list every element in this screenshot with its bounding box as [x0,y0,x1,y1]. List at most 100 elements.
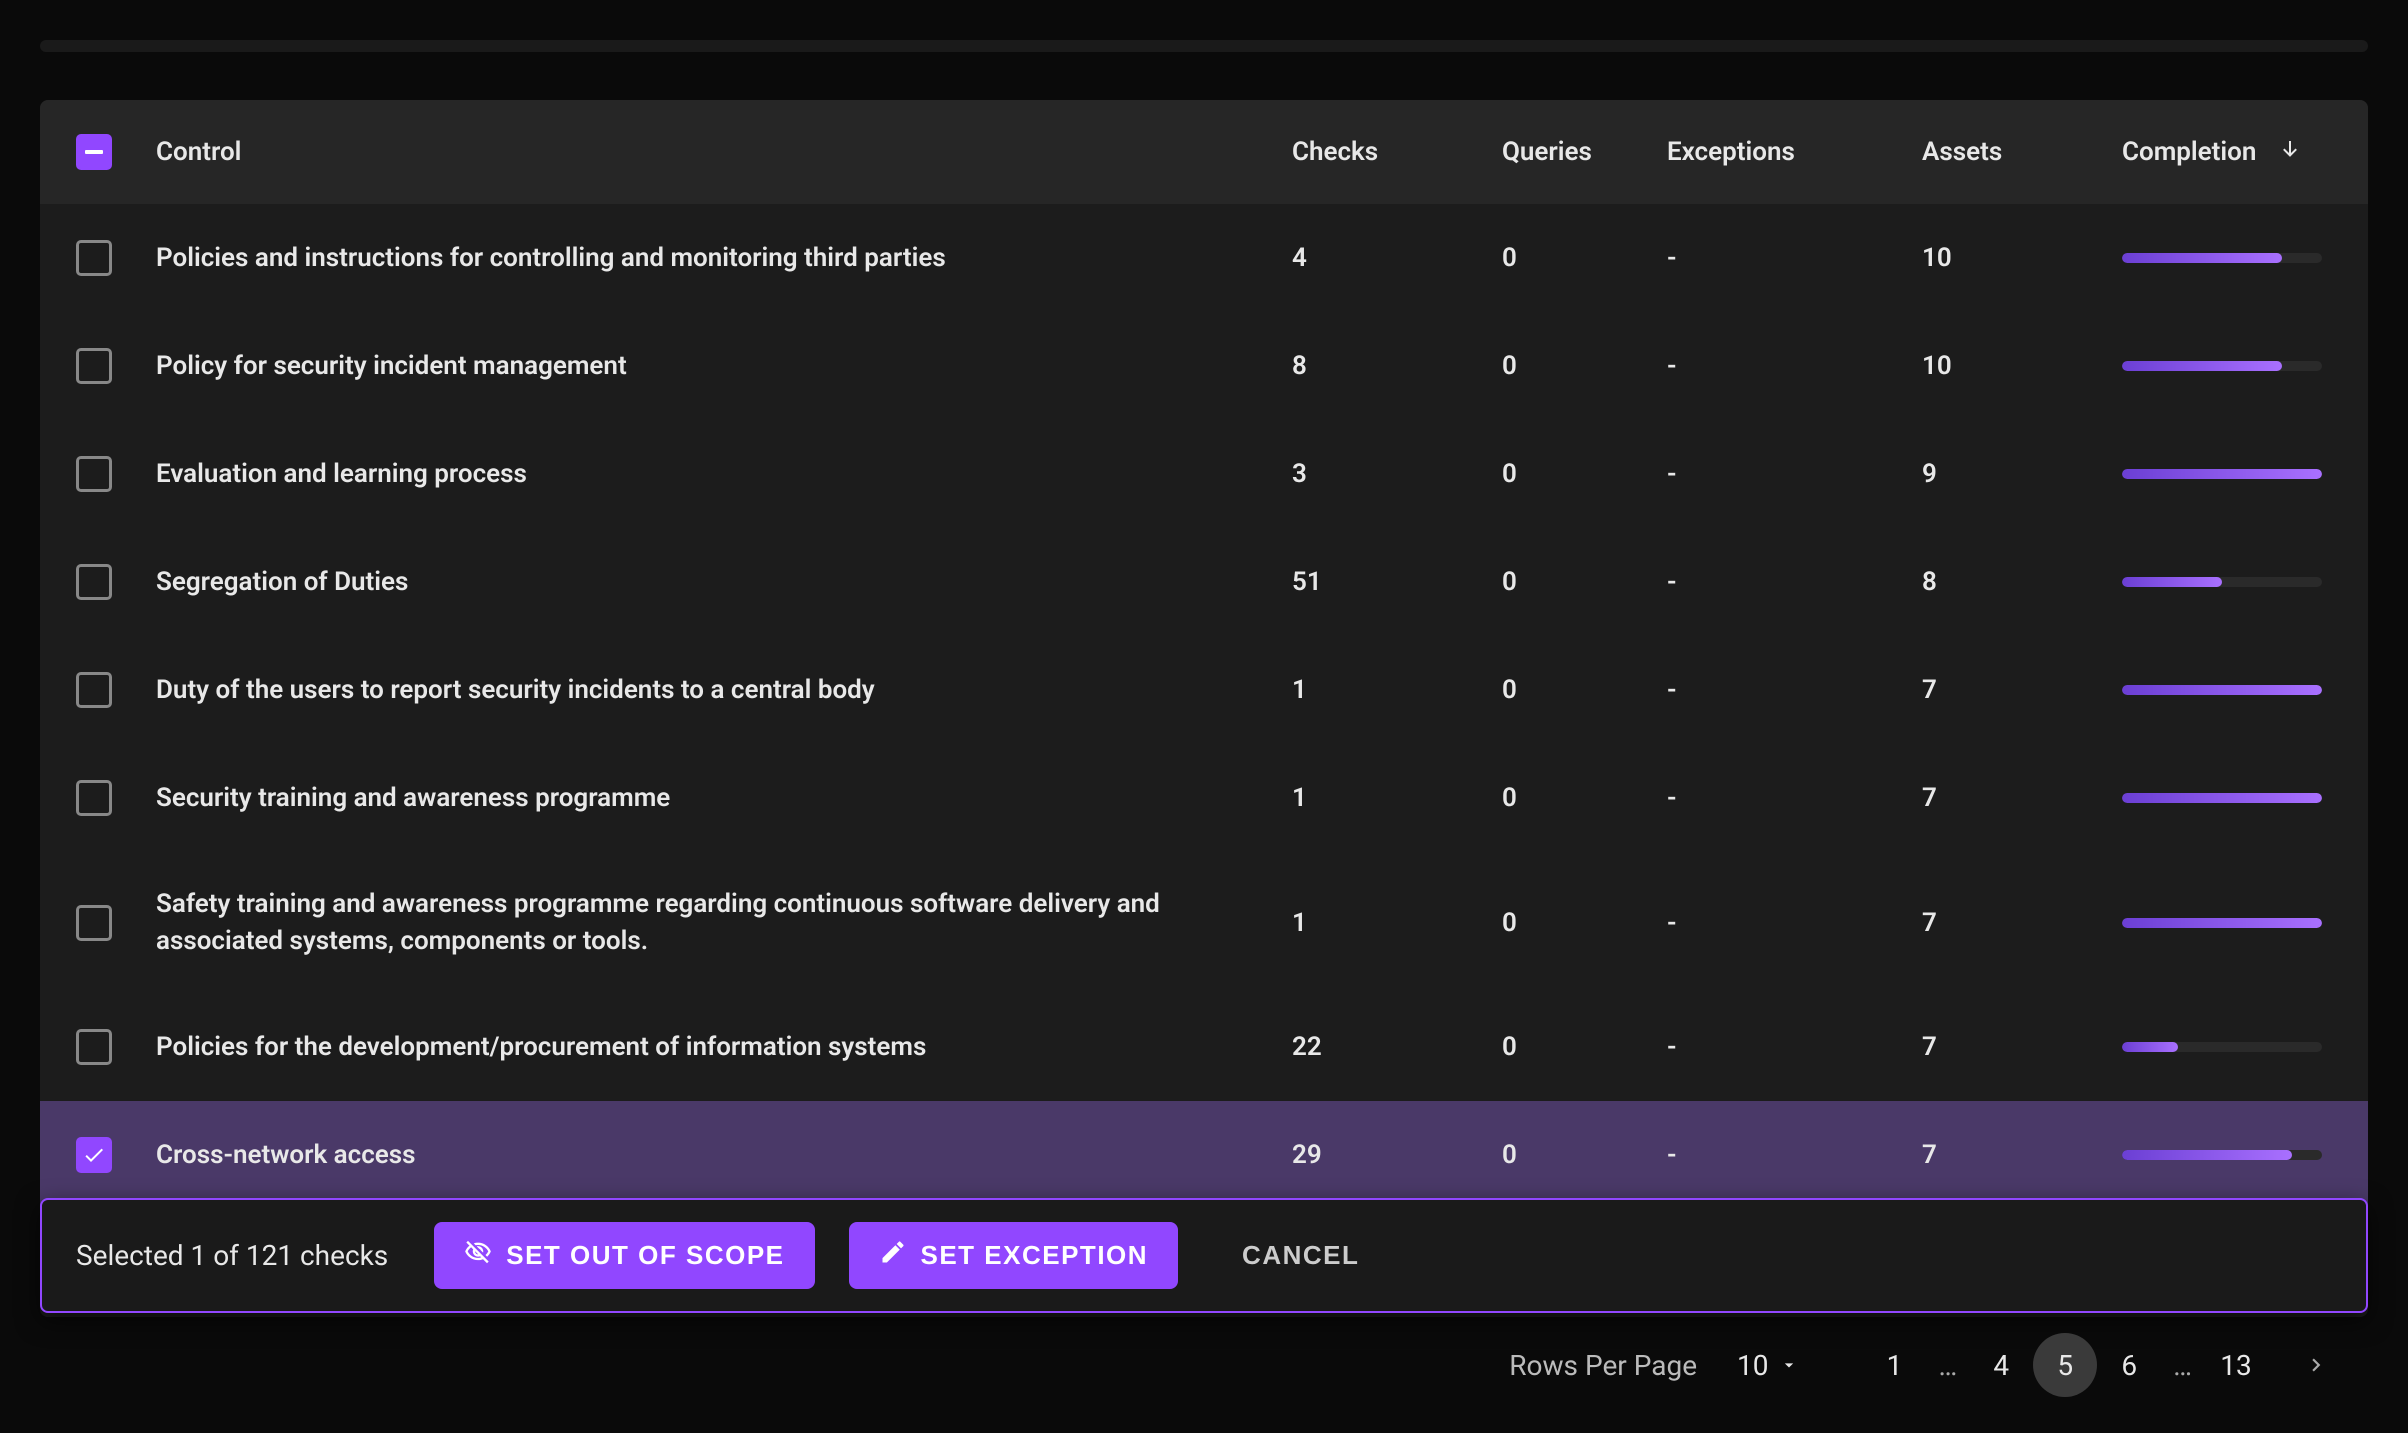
cell-assets: 7 [1922,1032,2122,1062]
row-checkbox[interactable] [76,780,112,816]
cell-exceptions: - [1667,351,1922,381]
page-ellipsis: … [2161,1349,2204,1382]
column-header-checks[interactable]: Checks [1292,137,1502,167]
cell-checks: 8 [1292,351,1502,381]
row-checkbox[interactable] [76,1137,112,1173]
cell-completion [2122,918,2332,928]
cell-queries: 0 [1502,459,1667,489]
cell-exceptions: - [1667,783,1922,813]
progress-bar [2122,253,2322,263]
page-button[interactable]: 4 [1969,1333,2033,1397]
column-header-completion-label: Completion [2122,137,2256,167]
cell-assets: 8 [1922,567,2122,597]
rows-per-page-select[interactable]: 10 [1737,1349,1798,1382]
cell-queries: 0 [1502,908,1667,938]
cell-checks: 4 [1292,243,1502,273]
progress-fill [2122,918,2322,928]
set-out-of-scope-label: SET OUT OF SCOPE [506,1240,784,1271]
cell-assets: 7 [1922,783,2122,813]
table-row[interactable]: Duty of the users to report security inc… [40,636,2368,744]
column-header-assets[interactable]: Assets [1922,137,2122,167]
cell-control: Safety training and awareness programme … [156,886,1292,959]
row-checkbox[interactable] [76,240,112,276]
progress-fill [2122,577,2222,587]
progress-fill [2122,1042,2178,1052]
cell-checks: 29 [1292,1140,1502,1170]
progress-bar [2122,1042,2322,1052]
cell-exceptions: - [1667,1032,1922,1062]
next-page-button[interactable] [2284,1333,2348,1397]
row-checkbox[interactable] [76,348,112,384]
table-row[interactable]: Cross-network access290-7 [40,1101,2368,1209]
top-panel-collapsed [40,40,2368,52]
column-header-exceptions[interactable]: Exceptions [1667,137,1922,167]
row-checkbox[interactable] [76,672,112,708]
page-button[interactable]: 6 [2097,1333,2161,1397]
pagination-bar: Rows Per Page 10 1…456…13 [1509,1333,2348,1397]
cell-checks: 1 [1292,908,1502,938]
progress-fill [2122,469,2322,479]
cell-exceptions: - [1667,675,1922,705]
cell-assets: 10 [1922,351,2122,381]
table-header-row: Control Checks Queries Exceptions Assets… [40,100,2368,204]
progress-fill [2122,793,2322,803]
progress-bar [2122,1150,2322,1160]
progress-bar [2122,918,2322,928]
cell-completion [2122,1150,2332,1160]
cell-control: Policy for security incident management [156,348,1292,384]
set-exception-label: SET EXCEPTION [921,1240,1149,1271]
cell-control: Cross-network access [156,1137,1292,1173]
table-row[interactable]: Security training and awareness programm… [40,744,2368,852]
page-button[interactable]: 1 [1863,1333,1927,1397]
page-button[interactable]: 5 [2033,1333,2097,1397]
set-out-of-scope-button[interactable]: SET OUT OF SCOPE [434,1222,814,1289]
selection-action-bar: Selected 1 of 121 checks SET OUT OF SCOP… [40,1198,2368,1313]
cell-assets: 7 [1922,1140,2122,1170]
cell-completion [2122,793,2332,803]
row-checkbox[interactable] [76,1029,112,1065]
table-row[interactable]: Policy for security incident management8… [40,312,2368,420]
cell-assets: 10 [1922,243,2122,273]
progress-bar [2122,361,2322,371]
cell-checks: 1 [1292,783,1502,813]
progress-bar [2122,793,2322,803]
cell-queries: 0 [1502,1140,1667,1170]
cancel-label: CANCEL [1242,1240,1359,1271]
select-all-checkbox[interactable] [76,134,112,170]
cell-completion [2122,1042,2332,1052]
table-row[interactable]: Evaluation and learning process30-9 [40,420,2368,528]
cell-queries: 0 [1502,675,1667,705]
caret-down-icon [1779,1349,1799,1382]
page-button[interactable]: 13 [2204,1333,2268,1397]
cell-checks: 22 [1292,1032,1502,1062]
row-checkbox[interactable] [76,456,112,492]
cell-exceptions: - [1667,243,1922,273]
cell-assets: 7 [1922,675,2122,705]
column-header-completion[interactable]: Completion [2122,137,2332,168]
table-row[interactable]: Safety training and awareness programme … [40,852,2368,993]
cell-assets: 7 [1922,908,2122,938]
rows-per-page-label: Rows Per Page [1509,1349,1697,1382]
cancel-button[interactable]: CANCEL [1212,1224,1389,1287]
table-row[interactable]: Policies and instructions for controllin… [40,204,2368,312]
column-header-queries[interactable]: Queries [1502,137,1667,167]
row-checkbox[interactable] [76,905,112,941]
table-row[interactable]: Policies for the development/procurement… [40,993,2368,1101]
row-checkbox[interactable] [76,564,112,600]
cell-exceptions: - [1667,567,1922,597]
sort-descending-icon [2278,137,2302,168]
cell-control: Segregation of Duties [156,564,1292,600]
progress-bar [2122,685,2322,695]
cell-completion [2122,469,2332,479]
progress-fill [2122,361,2282,371]
cell-assets: 9 [1922,459,2122,489]
progress-bar [2122,469,2322,479]
table-row[interactable]: Segregation of Duties510-8 [40,528,2368,636]
progress-fill [2122,685,2322,695]
progress-fill [2122,1150,2292,1160]
column-header-control[interactable]: Control [156,134,1292,170]
set-exception-button[interactable]: SET EXCEPTION [849,1222,1179,1289]
cell-control: Duty of the users to report security inc… [156,672,1292,708]
progress-fill [2122,253,2282,263]
pencil-icon [879,1238,907,1273]
